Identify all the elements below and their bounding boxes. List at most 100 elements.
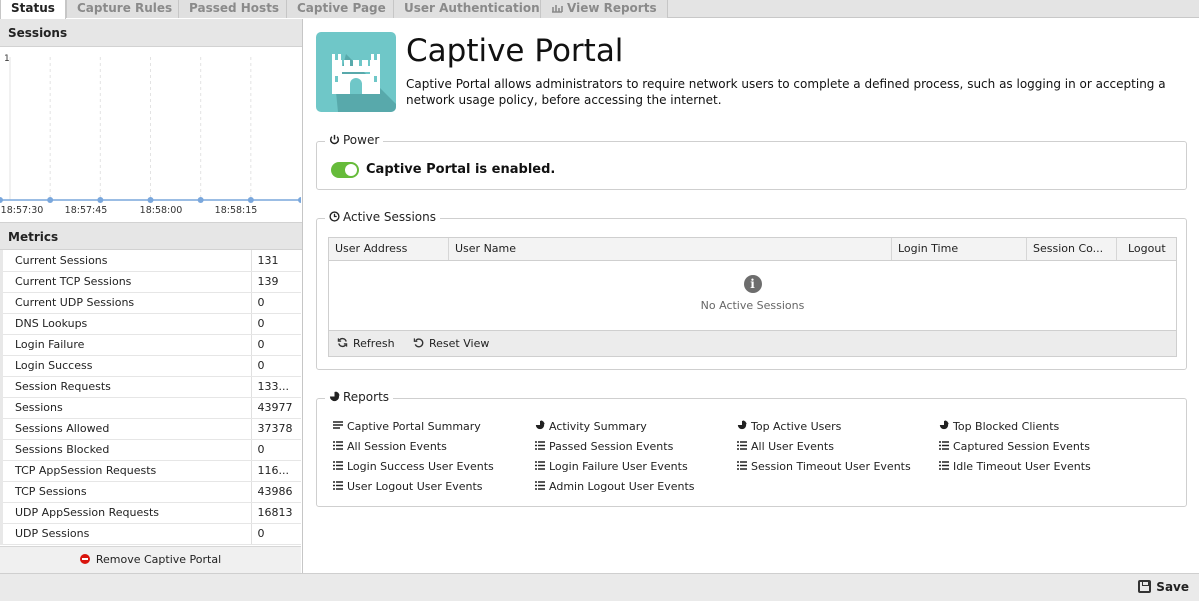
remove-captive-portal-button[interactable]: Remove Captive Portal bbox=[0, 546, 301, 573]
list-icon bbox=[939, 461, 950, 473]
chart-point[interactable] bbox=[0, 197, 3, 203]
power-legend-text: Power bbox=[343, 133, 380, 147]
refresh-icon bbox=[337, 337, 348, 348]
empty-text: No Active Sessions bbox=[700, 299, 805, 312]
chart-point[interactable] bbox=[197, 197, 204, 203]
metric-label: TCP Sessions bbox=[0, 481, 251, 503]
metric-row: Current Sessions 131 bbox=[0, 250, 301, 272]
remove-icon bbox=[79, 554, 90, 564]
save-label: Save bbox=[1156, 580, 1189, 594]
tab-captive-page[interactable]: Captive Page bbox=[286, 0, 397, 18]
chart-x-tick: 18:57:30 bbox=[1, 205, 44, 216]
report-link[interactable]: Login Success User Events bbox=[333, 460, 494, 473]
report-link-label: All User Events bbox=[751, 440, 834, 453]
list-icon bbox=[939, 441, 950, 453]
reset-view-label: Reset View bbox=[429, 337, 490, 350]
info-icon: i bbox=[743, 275, 762, 293]
report-link-label: Login Failure User Events bbox=[549, 460, 688, 473]
report-link[interactable]: Captured Session Events bbox=[939, 440, 1090, 453]
metric-label: Current Sessions bbox=[0, 250, 251, 272]
metric-row: Sessions Blocked 0 bbox=[0, 439, 301, 461]
save-button[interactable]: Save bbox=[1138, 574, 1189, 601]
tab-label: User Authentication bbox=[404, 1, 540, 15]
tab-passed-hosts[interactable]: Passed Hosts bbox=[178, 0, 291, 18]
column-logout[interactable]: Logout bbox=[1117, 238, 1176, 260]
power-icon bbox=[329, 134, 340, 145]
tab-user-authentication[interactable]: User Authentication bbox=[393, 0, 551, 18]
report-link[interactable]: Session Timeout User Events bbox=[737, 460, 911, 473]
reset-view-button[interactable]: Reset View bbox=[413, 331, 489, 357]
page-title: Captive Portal bbox=[406, 33, 624, 69]
metric-row: TCP AppSession Requests 116... bbox=[0, 460, 301, 482]
metric-value: 37378 bbox=[250, 418, 301, 440]
tab-label: Status bbox=[11, 1, 55, 15]
metric-value: 131 bbox=[250, 250, 301, 272]
grid-header: User Address User Name Login Time Sessio… bbox=[329, 238, 1176, 261]
metric-row: Sessions 43977 bbox=[0, 397, 301, 419]
metric-label: Current UDP Sessions bbox=[0, 292, 251, 314]
pie-icon bbox=[939, 420, 950, 433]
refresh-button[interactable]: Refresh bbox=[337, 331, 395, 357]
metrics-table: Current Sessions 131 Current TCP Sessions 1… bbox=[0, 250, 301, 545]
metric-label: DNS Lookups bbox=[0, 313, 251, 335]
chart-point[interactable] bbox=[298, 197, 301, 203]
main-panel: Captive Portal Captive Portal allows adm… bbox=[305, 19, 1197, 573]
power-status-text: Captive Portal is enabled. bbox=[366, 162, 556, 177]
list-icon bbox=[333, 481, 344, 493]
metric-value: 116... bbox=[250, 460, 301, 482]
metric-label: Login Success bbox=[0, 355, 251, 377]
metric-row: Sessions Allowed 37378 bbox=[0, 418, 301, 440]
metric-value: 0 bbox=[250, 334, 301, 356]
metric-value: 0 bbox=[250, 355, 301, 377]
report-link[interactable]: Top Blocked Clients bbox=[939, 420, 1059, 433]
report-link[interactable]: Admin Logout User Events bbox=[535, 480, 695, 493]
list-icon bbox=[333, 461, 344, 473]
column-session-count[interactable]: Session Co... bbox=[1027, 238, 1117, 260]
column-user-address[interactable]: User Address bbox=[329, 238, 449, 260]
metric-value: 139 bbox=[250, 271, 301, 293]
report-link[interactable]: All User Events bbox=[737, 440, 834, 453]
pie-icon bbox=[737, 420, 748, 433]
chart-point[interactable] bbox=[97, 197, 104, 203]
metrics-header: Metrics bbox=[0, 222, 302, 250]
metric-label: TCP AppSession Requests bbox=[0, 460, 251, 482]
column-login-time[interactable]: Login Time bbox=[892, 238, 1027, 260]
metric-label: Session Requests bbox=[0, 376, 251, 398]
metric-row: Current UDP Sessions 0 bbox=[0, 292, 301, 314]
report-link[interactable]: Login Failure User Events bbox=[535, 460, 688, 473]
report-link[interactable]: All Session Events bbox=[333, 440, 447, 453]
tab-capture-rules[interactable]: Capture Rules bbox=[66, 0, 184, 18]
report-link-label: User Logout User Events bbox=[347, 480, 483, 493]
metric-value: 0 bbox=[250, 292, 301, 314]
list-icon bbox=[535, 481, 546, 493]
report-link[interactable]: User Logout User Events bbox=[333, 480, 483, 493]
metric-label: UDP Sessions bbox=[0, 523, 251, 545]
tab-label: Passed Hosts bbox=[189, 1, 280, 15]
report-link-label: Top Blocked Clients bbox=[953, 420, 1060, 433]
chart-icon bbox=[552, 5, 563, 13]
metric-row: TCP Sessions 43986 bbox=[0, 481, 301, 503]
report-link[interactable]: Idle Timeout User Events bbox=[939, 460, 1091, 473]
metric-label: Sessions Blocked bbox=[0, 439, 251, 461]
report-link[interactable]: Passed Session Events bbox=[535, 440, 673, 453]
list-icon bbox=[737, 461, 748, 473]
tab-label: View Reports bbox=[567, 1, 657, 15]
metric-row: UDP AppSession Requests 16813 bbox=[0, 502, 301, 524]
report-link-label: Activity Summary bbox=[549, 420, 647, 433]
chart-point[interactable] bbox=[147, 197, 154, 203]
tab-view-reports[interactable]: View Reports bbox=[540, 0, 668, 18]
report-link[interactable]: Activity Summary bbox=[535, 420, 647, 433]
chart-point[interactable] bbox=[247, 197, 254, 203]
active-sessions-legend: Active Sessions bbox=[325, 210, 440, 224]
left-panel: Sessions 1 18:57:30 18:57:45 18:58:00 18:58:… bbox=[0, 19, 303, 573]
metric-label: UDP AppSession Requests bbox=[0, 502, 251, 524]
report-link[interactable]: Top Active Users bbox=[737, 420, 841, 433]
chart-point[interactable] bbox=[47, 197, 54, 203]
report-link[interactable]: Captive Portal Summary bbox=[333, 420, 481, 433]
tab-label: Capture Rules bbox=[77, 1, 173, 15]
column-user-name[interactable]: User Name bbox=[449, 238, 892, 260]
tab-status[interactable]: Status bbox=[0, 0, 66, 19]
power-toggle[interactable] bbox=[331, 162, 359, 178]
power-section: Power Captive Portal is enabled. bbox=[316, 133, 1187, 190]
report-link-label: Admin Logout User Events bbox=[549, 480, 695, 493]
